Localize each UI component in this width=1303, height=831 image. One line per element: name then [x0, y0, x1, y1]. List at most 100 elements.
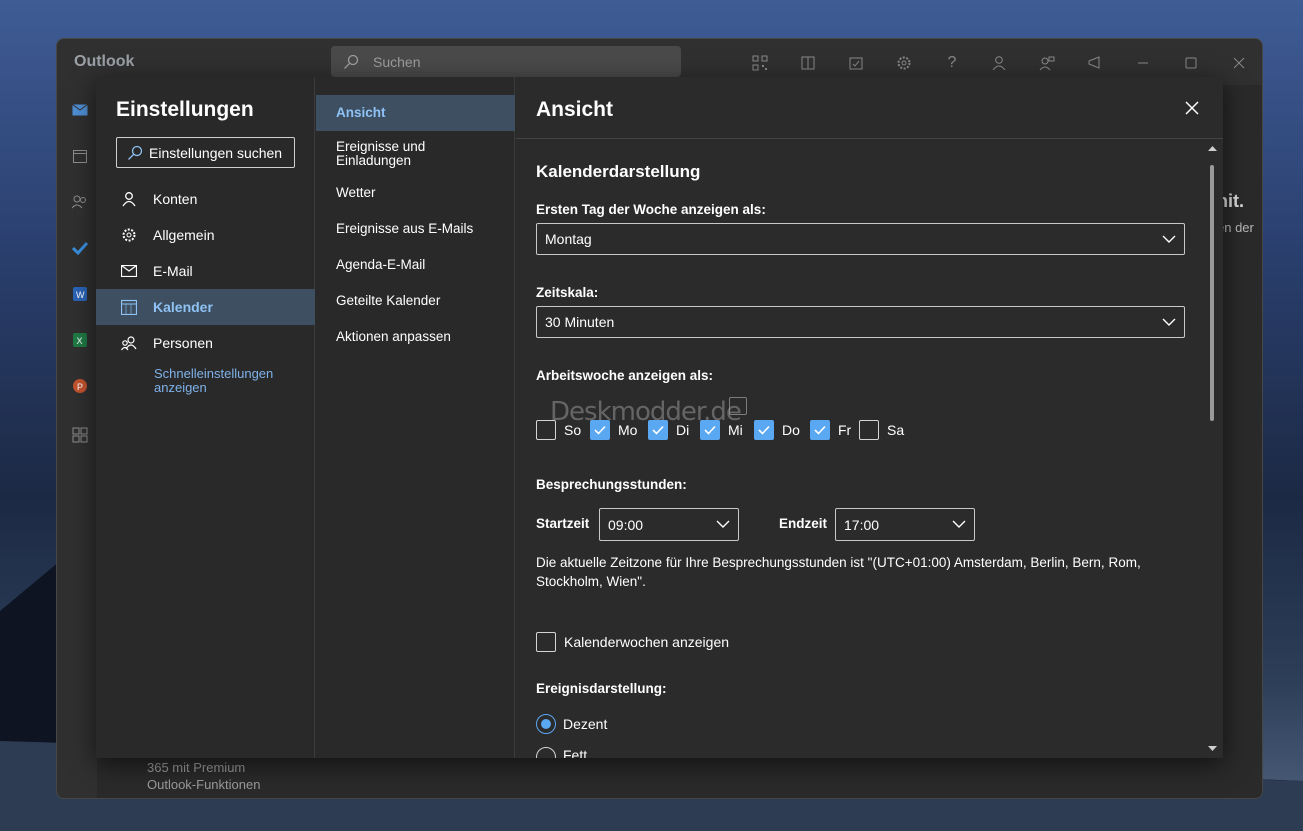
timezone-info: Die aktuelle Zeitzone für Ihre Besprechu…	[536, 555, 1141, 589]
radio-circle	[536, 714, 556, 734]
nav-kalender[interactable]: Kalender	[96, 289, 315, 325]
subnav-geteilte-kalender[interactable]: Geteilte Kalender	[316, 291, 515, 311]
day-checkbox-sa[interactable]: Sa	[859, 420, 904, 440]
scrollbar[interactable]	[1206, 143, 1220, 756]
radio-label: Fett	[563, 747, 588, 758]
quick-settings-link[interactable]: Schnelleinstellungen anzeigen	[154, 367, 304, 395]
day-label: Fr	[838, 422, 852, 438]
event-display-label: Ereignisdarstellung:	[536, 681, 667, 696]
week-numbers-label: Kalenderwochen anzeigen	[564, 634, 730, 650]
megaphone-icon[interactable]	[1085, 52, 1107, 74]
app-title: Outlook	[74, 53, 135, 70]
word-icon[interactable]: W	[69, 283, 91, 305]
tasks-icon[interactable]	[845, 52, 867, 74]
scrollbar-thumb[interactable]	[1210, 165, 1214, 421]
premium-line-1: 365 mit Premium	[147, 760, 246, 775]
search-icon	[344, 54, 359, 69]
checkmark-icon	[810, 420, 830, 440]
nav-label: Kalender	[153, 299, 213, 315]
divider	[516, 138, 1223, 139]
section-title: Kalenderdarstellung	[536, 162, 701, 181]
subnav-ereignisse-emails[interactable]: Ereignisse aus E-Mails	[316, 219, 515, 239]
start-time-value: 09:00	[608, 516, 644, 533]
calendar-icon[interactable]	[69, 145, 91, 167]
app-rail: W X P	[57, 85, 97, 798]
chevron-down-icon	[1162, 235, 1176, 243]
search-icon	[128, 145, 143, 160]
close-icon[interactable]	[1228, 52, 1250, 74]
settings-search[interactable]: Einstellungen suchen	[116, 137, 295, 168]
week-numbers-checkbox[interactable]: Kalenderwochen anzeigen	[536, 632, 729, 652]
start-time-dropdown[interactable]: 09:00	[599, 508, 739, 541]
subnav-aktionen-anpassen[interactable]: Aktionen anpassen	[316, 327, 515, 347]
svg-text:W: W	[76, 290, 85, 300]
search-box[interactable]: Suchen	[331, 46, 681, 77]
nav-label: Personen	[153, 335, 213, 351]
svg-text:P: P	[77, 382, 83, 392]
panel-title: Ansicht	[536, 98, 614, 121]
nav-allgemein[interactable]: Allgemein	[96, 217, 315, 253]
watermark-icon	[729, 397, 747, 415]
subnav-ereignisse-einladungen[interactable]: Ereignisse und Einladungen	[316, 139, 436, 169]
mail-icon[interactable]	[69, 99, 91, 121]
day-checkbox-fr[interactable]: Fr	[810, 420, 851, 440]
end-time-dropdown[interactable]: 17:00	[835, 508, 975, 541]
chevron-down-icon	[1162, 318, 1176, 326]
meeting-hours-label: Besprechungsstunden:	[536, 477, 687, 492]
maximize-icon[interactable]	[1180, 52, 1202, 74]
first-day-dropdown[interactable]: Montag	[536, 223, 1185, 255]
help-icon[interactable]: ?	[941, 52, 963, 74]
timescale-dropdown[interactable]: 30 Minuten	[536, 306, 1185, 338]
settings-nav: Einstellungen Einstellungen suchen Konte…	[96, 77, 315, 758]
excel-icon[interactable]: X	[69, 329, 91, 351]
subnav-agenda-email[interactable]: Agenda-E-Mail	[316, 255, 515, 275]
day-checkbox-do[interactable]: Do	[754, 420, 800, 440]
end-time-value: 17:00	[844, 516, 880, 533]
timescale-label: Zeitskala:	[536, 285, 599, 300]
chevron-down-icon	[716, 520, 730, 528]
people-icon	[120, 334, 138, 352]
subnav-wetter[interactable]: Wetter	[316, 183, 515, 203]
day-label: Do	[782, 422, 800, 438]
qr-code-icon[interactable]	[749, 52, 771, 74]
todo-icon[interactable]	[69, 237, 91, 259]
gear-icon	[120, 226, 138, 244]
checkbox	[536, 632, 556, 652]
nav-label: Allgemein	[153, 227, 215, 243]
powerpoint-icon[interactable]: P	[69, 375, 91, 397]
timescale-value: 30 Minuten	[545, 314, 615, 330]
office-icon[interactable]	[797, 52, 819, 74]
apps-icon[interactable]	[69, 424, 91, 446]
calendar-subnav: Ansicht Ereignisse und Einladungen Wette…	[316, 77, 515, 758]
checkmark-icon	[754, 420, 774, 440]
subnav-ansicht[interactable]: Ansicht	[316, 95, 515, 131]
minimize-icon[interactable]	[1132, 52, 1154, 74]
workweek-label: Arbeitswoche anzeigen als:	[536, 368, 714, 383]
nav-konten[interactable]: Konten	[96, 181, 315, 217]
end-time-label: Endzeit	[779, 516, 828, 531]
first-day-value: Montag	[545, 231, 592, 247]
gear-icon[interactable]	[893, 52, 915, 74]
radio-dezent[interactable]: Dezent	[536, 714, 607, 734]
nav-label: E-Mail	[153, 263, 193, 279]
premium-line-2: Outlook-Funktionen	[147, 777, 261, 792]
scroll-down-icon[interactable]	[1208, 746, 1217, 752]
nav-email[interactable]: E-Mail	[96, 253, 315, 289]
svg-text:X: X	[77, 336, 83, 346]
calendar-icon	[120, 298, 138, 316]
radio-fett[interactable]: Fett	[536, 747, 587, 758]
feedback-icon[interactable]	[1036, 52, 1058, 74]
radio-label: Dezent	[563, 716, 608, 732]
premium-promo: 365 mit Premium Outlook-Funktionen	[147, 759, 260, 793]
people-icon[interactable]	[69, 191, 91, 213]
day-label: Sa	[887, 422, 905, 438]
close-icon[interactable]	[1183, 99, 1201, 117]
settings-dialog: Einstellungen Einstellungen suchen Konte…	[96, 77, 1223, 758]
scroll-up-icon[interactable]	[1208, 145, 1217, 151]
nav-personen[interactable]: Personen	[96, 325, 315, 361]
person-icon[interactable]	[988, 52, 1010, 74]
radio-circle	[536, 747, 556, 758]
search-placeholder: Suchen	[373, 53, 421, 70]
chevron-down-icon	[952, 520, 966, 528]
start-time-label: Startzeit	[536, 516, 590, 531]
